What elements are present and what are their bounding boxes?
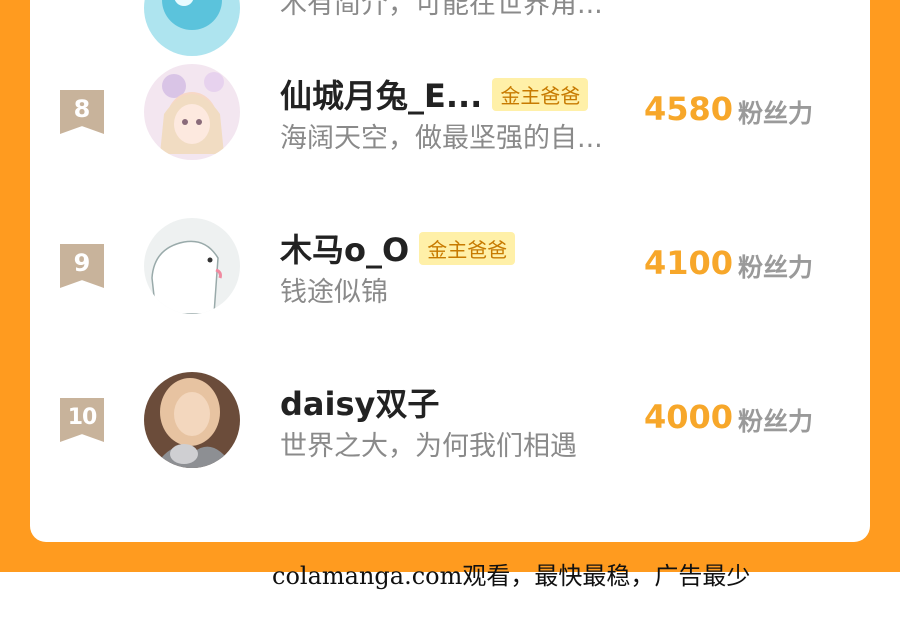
user-name[interactable]: 木马o_O [280, 225, 409, 271]
avatar[interactable] [144, 0, 240, 56]
rank-badge: 10 [60, 398, 104, 442]
avatar[interactable] [144, 64, 240, 160]
user-description: 世界之大，为何我们相遇 [280, 431, 577, 462]
avatar[interactable] [144, 218, 240, 314]
user-description: 木有简介，可能在世界角... [280, 0, 603, 20]
user-name[interactable]: 仙城月兔_E... [280, 71, 482, 117]
fan-score-unit: 粉丝力 [738, 99, 814, 128]
fan-score: 4580 [644, 90, 734, 128]
rank-badge: 8 [60, 90, 104, 134]
leaderboard-row[interactable]: 10 daisy双子 世界之大，为何我们相遇 4000 粉丝力 [30, 372, 870, 506]
fan-score-unit: 粉丝力 [738, 407, 814, 436]
avatar[interactable] [144, 372, 240, 468]
watermark-text: colamanga.com观看，最快最稳，广告最少 [272, 562, 751, 590]
fan-score: 4000 [644, 398, 734, 436]
rank-badge: 9 [60, 244, 104, 288]
user-description: 钱途似锦 [280, 277, 388, 308]
user-name-line: 仙城月兔_E... 金主爸爸 [280, 71, 589, 117]
fan-score: 4100 [644, 244, 734, 282]
user-name[interactable]: daisy双子 [280, 379, 439, 425]
leaderboard-row[interactable]: 9 木马o_O 金主爸爸 钱途似锦 4100 粉丝力 [30, 218, 870, 352]
leaderboard-row-partial[interactable]: 木有简介，可能在世界角... [30, 0, 870, 70]
fan-score-unit: 粉丝力 [738, 253, 814, 282]
user-description: 海阔天空，做最坚强的自... [280, 123, 603, 154]
vip-badge: 金主爸爸 [492, 77, 589, 111]
vip-badge: 金主爸爸 [419, 231, 516, 265]
user-name-line: daisy双子 [280, 379, 439, 425]
user-name-line: 木马o_O 金主爸爸 [280, 225, 516, 271]
leaderboard-card: 木有简介，可能在世界角... 8 仙城月兔_E... 金主爸爸 海阔天空，做最坚… [30, 0, 870, 542]
leaderboard-row[interactable]: 8 仙城月兔_E... 金主爸爸 海阔天空，做最坚强的自... 4580 粉丝力 [30, 64, 870, 198]
